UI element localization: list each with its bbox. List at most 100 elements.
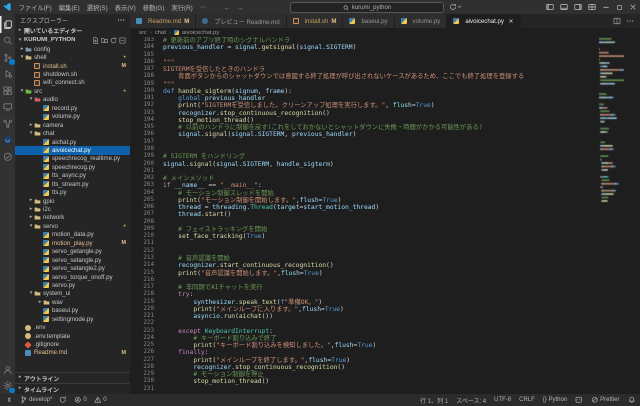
- activity-settings[interactable]: [0, 378, 15, 395]
- status-notifications[interactable]: [628, 396, 636, 404]
- split-editor-icon[interactable]: [613, 17, 621, 25]
- tree-item-shutdown.sh[interactable]: shutdown.sh: [15, 70, 130, 78]
- menu-item[interactable]: 移動(G): [139, 3, 168, 12]
- more-actions-icon[interactable]: [117, 16, 125, 24]
- status-extension-status[interactable]: [575, 396, 583, 404]
- tree-item-servo_setangle2.py[interactable]: servo_setangle2.py: [15, 264, 130, 272]
- status-encoding[interactable]: UTF-8: [494, 397, 511, 403]
- menu-item[interactable]: ファイル(F): [15, 3, 55, 12]
- tree-item-gpio[interactable]: ▸ gpio: [15, 197, 130, 205]
- tree-item-.env.template[interactable]: .env.template: [15, 332, 130, 340]
- code-editor[interactable]: 183 184 185 186 187 188 189 190 191 192 193 194 195 1…: [130, 37, 640, 394]
- tree-item-tts.py[interactable]: tts.py: [15, 188, 130, 196]
- tree-item-tts_async.py[interactable]: tts_async.py: [15, 172, 130, 180]
- tree-item-network[interactable]: ▸ network: [15, 214, 130, 222]
- status-cursor-position[interactable]: 行 1、列 1: [420, 396, 448, 405]
- tab-install.sh[interactable]: install.sh M: [286, 14, 344, 28]
- tree-item-settingmode.py[interactable]: settingmode.py: [15, 315, 130, 323]
- tree-item-motion_data.py[interactable]: motion_data.py: [15, 231, 130, 239]
- minimap[interactable]: [598, 37, 624, 393]
- activity-hub[interactable]: [0, 115, 15, 132]
- activity-run-and-debug[interactable]: [0, 66, 15, 83]
- more-actions-icon[interactable]: [626, 17, 634, 25]
- tree-item-tts_stream.py[interactable]: tts_stream.py: [15, 180, 130, 188]
- activity-explorer[interactable]: [0, 16, 15, 33]
- status-warnings[interactable]: 0: [94, 396, 107, 404]
- tab-aivoicechat.py[interactable]: aivoicechat.py: [447, 14, 521, 28]
- breadcrumb-file[interactable]: aivoicechat.py: [182, 30, 219, 36]
- command-center-search[interactable]: kurumi_python: [290, 2, 444, 13]
- menu-item[interactable]: ⋯: [196, 4, 209, 11]
- status-language-mode[interactable]: {} Python: [543, 397, 567, 403]
- tree-item-.env[interactable]: .env: [15, 323, 130, 331]
- refresh-explorer-icon[interactable]: [110, 37, 117, 44]
- status-eol[interactable]: CRLF: [519, 397, 535, 403]
- activity-source-control[interactable]: [0, 49, 15, 66]
- tree-item-aivoicechat.py[interactable]: aivoicechat.py: [15, 146, 130, 155]
- status-errors[interactable]: 0: [74, 396, 87, 404]
- tree-item-servo.py[interactable]: servo.py: [15, 281, 130, 289]
- close-window-icon[interactable]: [629, 3, 637, 11]
- status-prettier[interactable]: Prettier: [591, 396, 620, 404]
- toggle-sidebar-icon[interactable]: [546, 3, 554, 11]
- toggle-secondary-sidebar-icon[interactable]: [574, 3, 582, 11]
- tree-item-volume.py[interactable]: volume.py: [15, 113, 130, 121]
- editor-scrollbar[interactable]: [625, 37, 640, 394]
- menu-item[interactable]: 編集(E): [55, 3, 83, 12]
- tree-item-camera[interactable]: ▸ camera: [15, 121, 130, 129]
- sync-dropdown-button[interactable]: [449, 3, 462, 11]
- tree-item-install.sh[interactable]: install.sh M: [15, 62, 130, 70]
- close-tab-icon[interactable]: [508, 18, 514, 25]
- collapse-folders-icon[interactable]: [119, 37, 126, 44]
- tree-item-chat[interactable]: ▾ chat: [15, 129, 130, 137]
- new-folder-icon[interactable]: [101, 37, 108, 44]
- tree-item-speechrecog.py[interactable]: speechrecog.py: [15, 163, 130, 171]
- breadcrumb-folder[interactable]: src: [139, 30, 147, 36]
- tree-item-wav[interactable]: ▸ wav: [15, 298, 130, 306]
- activity-accounts[interactable]: [0, 361, 15, 378]
- outline-section[interactable]: ▸ アウトライン: [15, 372, 130, 383]
- menu-item[interactable]: 実行(R): [168, 3, 196, 12]
- tab-volume.py[interactable]: volume.py: [394, 14, 448, 28]
- menu-item[interactable]: 選択(S): [83, 3, 111, 12]
- new-file-icon[interactable]: [92, 37, 99, 44]
- breadcrumb-folder[interactable]: chat: [155, 30, 166, 36]
- tree-item-src[interactable]: ▾ src ●: [15, 87, 130, 95]
- activity-remote-explorer[interactable]: [0, 99, 15, 116]
- activity-extension-circle[interactable]: [0, 132, 15, 149]
- tree-item-audio[interactable]: ▾ audio: [15, 96, 130, 104]
- tree-item-.gitignore[interactable]: .gitignore: [15, 340, 130, 349]
- tab-baseui.py[interactable]: baseui.py: [343, 14, 395, 28]
- status-indentation[interactable]: スペース: 4: [456, 396, 486, 405]
- back-button[interactable]: ←: [224, 3, 232, 12]
- activity-search[interactable]: [0, 33, 15, 50]
- minimize-icon[interactable]: [602, 3, 610, 11]
- status-sync-changes[interactable]: [59, 396, 67, 404]
- forward-button[interactable]: →: [236, 3, 244, 12]
- tree-item-baseui.py[interactable]: baseui.py: [15, 307, 130, 315]
- tree-item-servo_getangle.py[interactable]: servo_getangle.py: [15, 248, 130, 256]
- tab-Readme.md[interactable]: Readme.md M: [130, 14, 197, 28]
- status-remote-indicator[interactable]: [5, 396, 13, 404]
- activity-extensions[interactable]: [0, 82, 15, 99]
- tree-item-wifi_connect.sh[interactable]: wifi_connect.sh: [15, 79, 130, 87]
- maximize-icon[interactable]: [616, 4, 623, 11]
- workspace-root-section[interactable]: ▾ KURUMI_PYTHON: [15, 36, 130, 46]
- open-editors-section[interactable]: ▸ 開いているエディター: [15, 26, 130, 36]
- tree-item-motion_play.py[interactable]: motion_play.py M: [15, 239, 130, 247]
- tree-item-system_ui[interactable]: ▾ system_ui: [15, 290, 130, 298]
- tab-プレビュー Readme.md[interactable]: プレビュー Readme.md: [196, 14, 287, 28]
- customize-layout-icon[interactable]: [588, 3, 596, 11]
- toggle-panel-icon[interactable]: [560, 3, 568, 11]
- tree-item-speechrecog_realtime.py[interactable]: speechrecog_realtime.py: [15, 155, 130, 163]
- tree-item-i2c[interactable]: ▸ i2c: [15, 205, 130, 213]
- tree-item-config[interactable]: ▸ config: [15, 45, 130, 53]
- tree-item-record.py[interactable]: record.py: [15, 104, 130, 112]
- tree-item-Readme.md[interactable]: Readme.md M: [15, 349, 130, 357]
- tree-item-servo_setangle.py[interactable]: servo_setangle.py: [15, 256, 130, 264]
- tree-item-servo[interactable]: ▾ servo ●: [15, 222, 130, 230]
- menu-item[interactable]: 表示(V): [111, 3, 139, 12]
- line-number-gutter[interactable]: 183 184 185 186 187 188 189 190 191 192 193 194 195 1…: [130, 37, 154, 393]
- tree-item-servo_torque_onoff.py[interactable]: servo_torque_onoff.py: [15, 273, 130, 281]
- activity-testing[interactable]: [0, 148, 15, 165]
